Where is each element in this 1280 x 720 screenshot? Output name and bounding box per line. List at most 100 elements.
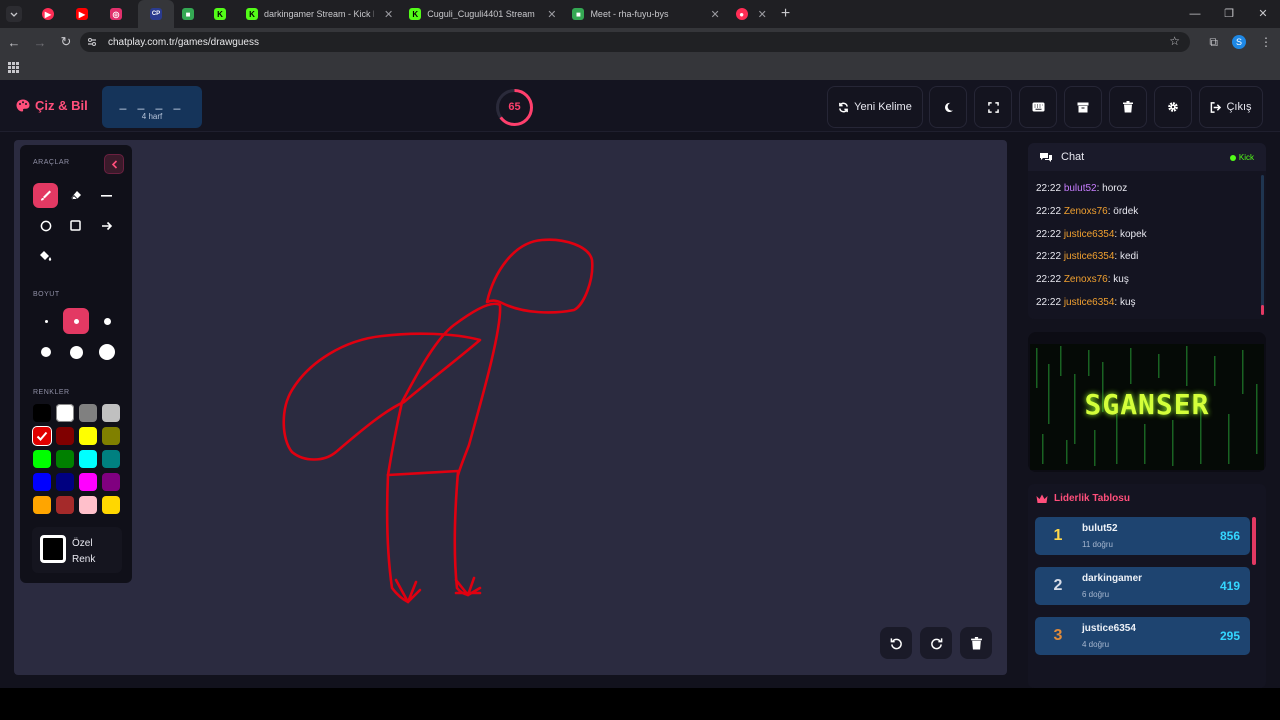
color-swatch[interactable] <box>79 496 97 514</box>
new-word-button[interactable]: Yeni Kelime <box>827 86 923 128</box>
leaderboard-scrollbar[interactable] <box>1252 517 1256 565</box>
size-option-3[interactable] <box>94 308 120 334</box>
undo-button[interactable] <box>880 627 912 659</box>
comments-icon <box>1040 152 1052 162</box>
dark-mode-button[interactable] <box>929 86 967 128</box>
color-swatch[interactable] <box>102 427 120 445</box>
chat-user[interactable]: Zenoxs76 <box>1064 206 1108 217</box>
chat-user[interactable]: justice6354 <box>1064 297 1115 308</box>
minimize-icon[interactable]: — <box>1178 0 1212 28</box>
rank-number: 3 <box>1053 627 1063 644</box>
chat-title: Chat <box>1061 151 1085 163</box>
player-name: bulut52 <box>1082 523 1118 534</box>
close-icon[interactable]: ✕ <box>547 8 556 21</box>
color-swatch[interactable] <box>33 450 51 468</box>
chat-user[interactable]: justice6354 <box>1064 251 1115 262</box>
collapse-panel-button[interactable] <box>104 154 124 174</box>
close-icon[interactable]: ✕ <box>758 8 767 21</box>
exit-label: Çıkış <box>1226 101 1252 113</box>
color-swatch[interactable] <box>79 404 97 422</box>
color-swatch[interactable] <box>102 450 120 468</box>
forward-icon[interactable]: → <box>28 30 52 54</box>
browser-tab-3[interactable]: ◎ <box>104 0 128 28</box>
tab-search-button[interactable] <box>6 6 22 22</box>
music-icon: ▶ <box>42 8 54 20</box>
color-swatch[interactable] <box>56 427 74 445</box>
clear-canvas-button[interactable] <box>960 627 992 659</box>
chat-message: 22:22 justice6354: kedi <box>1036 251 1139 262</box>
chat-scrollbar[interactable] <box>1261 175 1264 315</box>
chat-user[interactable]: justice6354 <box>1064 229 1115 240</box>
app-logo: Çiz & Bil <box>16 98 88 113</box>
platform-badge: Kick <box>1229 153 1254 162</box>
browser-tab-1[interactable]: ▶ <box>36 0 60 28</box>
size-option-6[interactable] <box>94 339 120 365</box>
size-option-1[interactable] <box>33 308 59 334</box>
fill-tool[interactable] <box>33 243 58 268</box>
restore-icon[interactable]: ❐ <box>1212 0 1246 28</box>
profile-avatar[interactable]: S <box>1232 35 1246 49</box>
browser-tab-2[interactable]: ▶ <box>70 0 94 28</box>
size-option-5[interactable] <box>63 339 89 365</box>
color-swatch[interactable] <box>33 496 51 514</box>
new-tab-button[interactable]: + <box>781 5 790 23</box>
browser-tab-4[interactable]: CP <box>138 0 174 28</box>
color-swatch[interactable] <box>56 473 74 491</box>
color-swatch[interactable] <box>102 404 120 422</box>
eraser-tool[interactable] <box>63 183 88 208</box>
browser-tab-10[interactable]: ● ✕ <box>728 0 775 28</box>
stroke-head <box>485 238 594 314</box>
color-swatch[interactable] <box>56 450 74 468</box>
close-window-icon[interactable]: ✕ <box>1246 0 1280 28</box>
color-swatch[interactable] <box>79 450 97 468</box>
size-option-4[interactable] <box>33 339 59 365</box>
stroke-hip <box>386 469 460 477</box>
chatplay-icon: CP <box>150 8 162 20</box>
menu-icon[interactable]: ⋮ <box>1260 35 1272 49</box>
browser-tab-9[interactable]: ■ Meet - rha-fuyu-bys ✕ <box>564 0 727 28</box>
color-swatch[interactable] <box>79 427 97 445</box>
meet-icon: ■ <box>182 8 194 20</box>
address-bar[interactable]: chatplay.com.tr/games/drawguess ☆ <box>80 32 1190 52</box>
fullscreen-button[interactable] <box>974 86 1012 128</box>
app-title: Çiz & Bil <box>35 98 88 113</box>
rank-number: 2 <box>1053 577 1063 594</box>
circle-tool[interactable] <box>33 213 58 238</box>
close-icon[interactable]: ✕ <box>384 8 393 21</box>
back-icon[interactable]: ← <box>2 30 26 54</box>
color-swatch[interactable] <box>102 496 120 514</box>
gear-icon <box>1168 102 1178 112</box>
size-option-2[interactable] <box>63 308 89 334</box>
line-tool[interactable] <box>94 183 119 208</box>
color-swatch[interactable] <box>33 404 51 422</box>
pen-tool[interactable] <box>33 183 58 208</box>
apps-grid-icon[interactable] <box>8 62 19 73</box>
custom-color-button[interactable]: Özel Renk <box>32 527 122 573</box>
word-hint-box: _ _ _ _ 4 harf <box>102 86 202 128</box>
browser-tab-5[interactable]: ■ <box>176 0 200 28</box>
close-icon[interactable]: ✕ <box>710 8 719 21</box>
color-swatch[interactable] <box>79 473 97 491</box>
color-swatch[interactable] <box>33 427 51 445</box>
arrow-tool[interactable] <box>94 213 119 238</box>
rectangle-tool[interactable] <box>63 213 88 238</box>
browser-tab-7[interactable]: K darkingamer Stream - Kick Dash ✕ <box>238 0 401 28</box>
color-swatch[interactable] <box>33 473 51 491</box>
settings-button[interactable] <box>1154 86 1192 128</box>
bookmark-star-icon[interactable]: ☆ <box>1169 34 1180 48</box>
extensions-icon[interactable]: ⧉ <box>1209 35 1218 50</box>
clear-button[interactable] <box>1109 86 1147 128</box>
chat-user[interactable]: Zenoxs76 <box>1064 274 1108 285</box>
color-swatch[interactable] <box>102 473 120 491</box>
browser-tab-8[interactable]: K Cuguli_Cuguli4401 Stream - Wa ✕ <box>401 0 564 28</box>
keyboard-button[interactable] <box>1019 86 1057 128</box>
color-swatch[interactable] <box>56 404 74 422</box>
redo-button[interactable] <box>920 627 952 659</box>
archive-button[interactable] <box>1064 86 1102 128</box>
browser-tab-6[interactable]: K <box>208 0 232 28</box>
color-swatch[interactable] <box>56 496 74 514</box>
reload-icon[interactable]: ↻ <box>54 30 78 54</box>
chat-user[interactable]: bulut52 <box>1064 183 1097 194</box>
drawing-canvas[interactable] <box>14 140 1007 675</box>
exit-button[interactable]: Çıkış <box>1199 86 1263 128</box>
